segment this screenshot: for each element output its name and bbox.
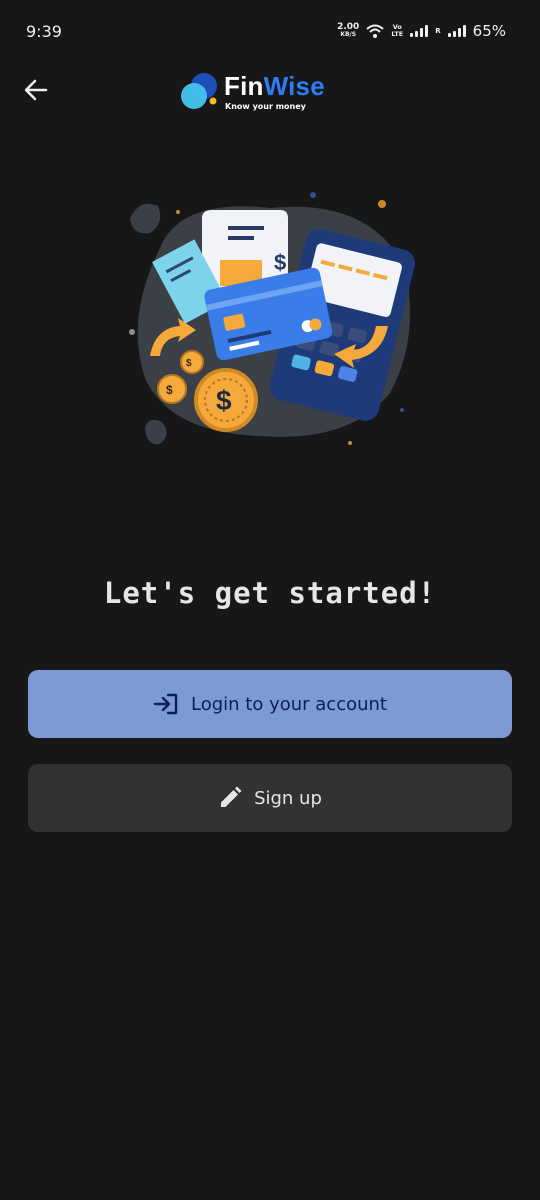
arrow-left-icon[interactable] <box>22 76 50 104</box>
status-bar: 9:39 2.00 KB/S Vo LTE R 65% <box>0 0 540 62</box>
login-icon <box>153 693 178 715</box>
roaming-indicator: R <box>435 27 441 35</box>
volte-icon: Vo LTE <box>391 24 403 38</box>
signal-icon-sim2 <box>447 25 466 37</box>
wifi-icon <box>366 24 384 38</box>
network-speed-unit: KB/S <box>340 31 357 38</box>
app-header: FinWise Know your money <box>0 62 540 122</box>
finwise-logo-icon <box>181 73 217 109</box>
pencil-icon <box>221 786 242 807</box>
battery-percentage: 65% <box>472 22 506 40</box>
status-icons: 2.00 KB/S Vo LTE R 65% <box>337 22 506 40</box>
brand-tagline: Know your money <box>225 102 306 111</box>
finance-illustration: $ $ $ $ <box>129 192 416 445</box>
status-time: 9:39 <box>26 22 62 41</box>
svg-text:$: $ <box>186 358 192 369</box>
signal-icon-sim1 <box>410 25 429 37</box>
volte-line2: LTE <box>391 30 404 38</box>
svg-text:$: $ <box>166 383 173 397</box>
brand-name-wise: Wise <box>263 71 325 101</box>
svg-text:$: $ <box>216 385 232 416</box>
network-speed: 2.00 KB/S <box>337 23 359 39</box>
page-heading: Let's get started! <box>103 576 437 610</box>
brand-name-fin: Fin <box>224 71 264 101</box>
signup-button-label: Sign up <box>254 787 322 809</box>
login-button-label: Login to your account <box>191 693 387 715</box>
brand-name: FinWise <box>224 71 325 102</box>
signup-button[interactable]: Sign up <box>28 764 512 832</box>
login-button[interactable]: Login to your account <box>28 670 512 738</box>
svg-text:$: $ <box>274 250 286 275</box>
network-speed-value: 2.00 <box>337 22 360 32</box>
